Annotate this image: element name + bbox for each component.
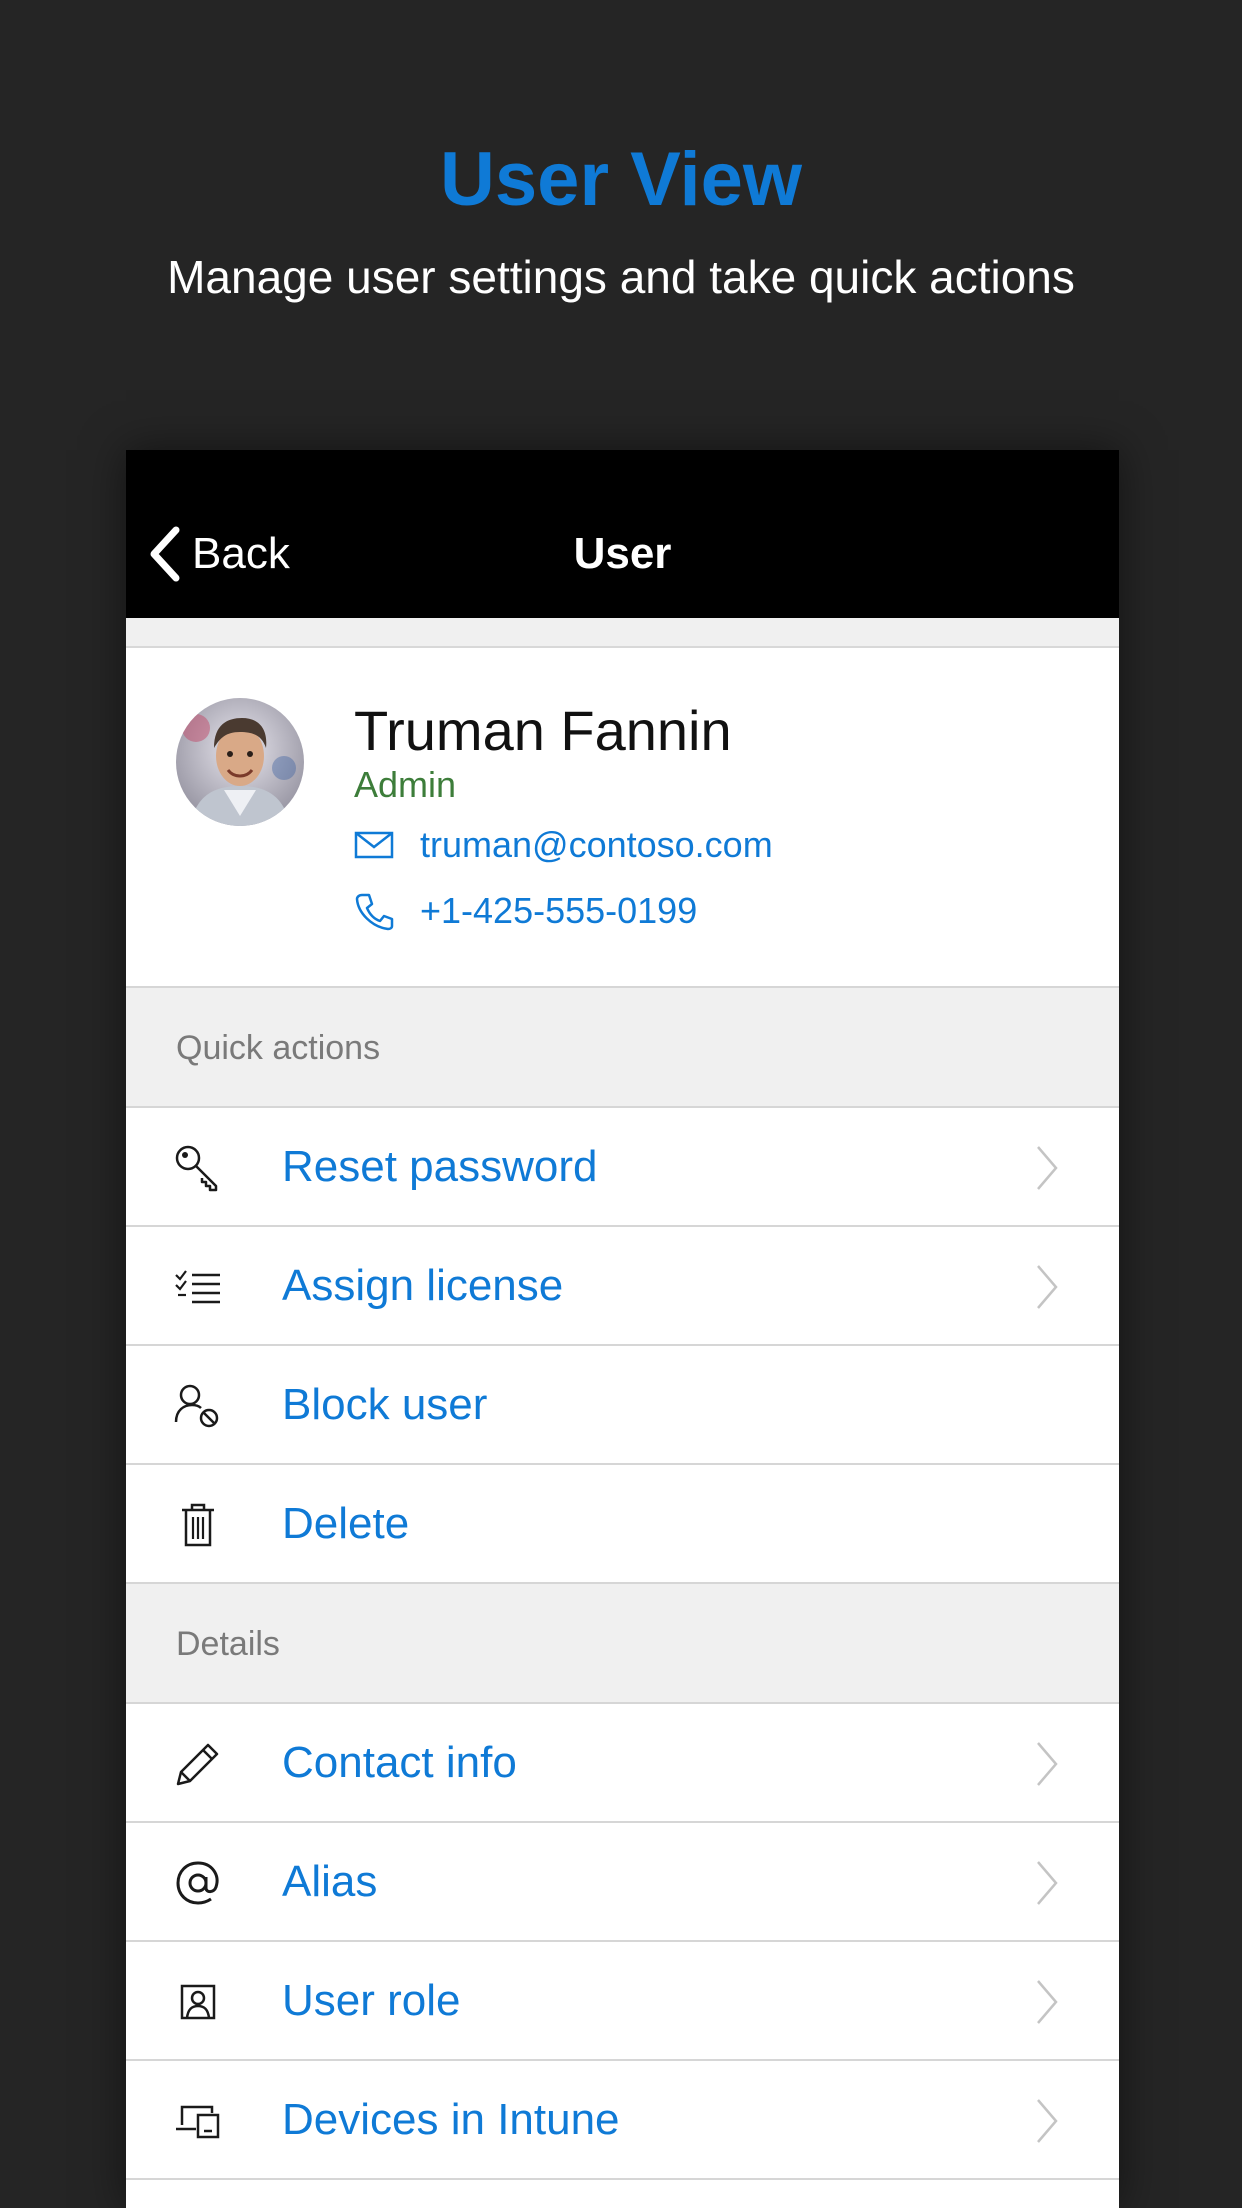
section-header-details: Details	[126, 1584, 1119, 1704]
user-role-row[interactable]: User role	[126, 1942, 1119, 2061]
row-label: User role	[282, 1976, 461, 2025]
row-label: Reset password	[282, 1142, 598, 1191]
contact-info-row[interactable]: Contact info	[126, 1704, 1119, 1823]
devices-icon	[174, 2097, 222, 2145]
chevron-left-icon	[150, 526, 180, 582]
chevron-right-icon	[1037, 1742, 1058, 1786]
trash-icon	[174, 1501, 222, 1549]
back-label: Back	[192, 529, 290, 578]
email-text: truman@contoso.com	[420, 824, 773, 865]
chevron-right-icon	[1037, 1265, 1058, 1309]
user-profile-card: Truman Fannin Admin truman@contoso.com +…	[126, 648, 1119, 988]
chevron-right-icon	[1037, 2099, 1058, 2143]
back-button[interactable]: Back	[148, 524, 290, 584]
phone-link[interactable]: +1-425-555-0199	[354, 886, 697, 936]
section-header-quick-actions: Quick actions	[126, 988, 1119, 1108]
key-icon	[174, 1144, 222, 1192]
phone-screen: Back User Truman Fannin Admin truman@con…	[126, 450, 1119, 2208]
checklist-icon	[174, 1263, 222, 1311]
row-label: Block user	[282, 1380, 488, 1429]
promo-subtitle: Manage user settings and take quick acti…	[167, 251, 1075, 303]
assign-license-row[interactable]: Assign license	[126, 1227, 1119, 1346]
row-label: Assign license	[282, 1261, 564, 1310]
chevron-right-icon	[1037, 1146, 1058, 1190]
pencil-icon	[174, 1740, 222, 1788]
user-role-label: Admin	[354, 764, 457, 805]
avatar	[176, 698, 304, 826]
block-user-icon	[174, 1382, 222, 1430]
section-title: Details	[176, 1625, 280, 1663]
devices-in-intune-row[interactable]: Devices in Intune	[126, 2061, 1119, 2180]
row-label: Alias	[282, 1857, 378, 1906]
email-link[interactable]: truman@contoso.com	[354, 820, 773, 870]
promo-title: User View	[440, 137, 802, 222]
alias-row[interactable]: Alias	[126, 1823, 1119, 1942]
navigation-bar: Back User	[126, 450, 1119, 618]
section-title: Quick actions	[176, 1029, 381, 1067]
phone-text: +1-425-555-0199	[420, 890, 698, 931]
user-name: Truman Fannin	[354, 699, 732, 762]
row-label: Devices in Intune	[282, 2095, 620, 2144]
user-role-icon	[174, 1978, 222, 2026]
chevron-right-icon	[1037, 1980, 1058, 2024]
mail-icon	[354, 825, 394, 865]
block-user-row[interactable]: Block user	[126, 1346, 1119, 1465]
row-label: Contact info	[282, 1738, 517, 1787]
row-label: Delete	[282, 1499, 410, 1548]
delete-row[interactable]: Delete	[126, 1465, 1119, 1584]
reset-password-row[interactable]: Reset password	[126, 1108, 1119, 1227]
chevron-right-icon	[1037, 1861, 1058, 1905]
at-icon	[174, 1859, 222, 1907]
phone-icon	[354, 891, 394, 931]
top-spacer	[126, 618, 1119, 648]
